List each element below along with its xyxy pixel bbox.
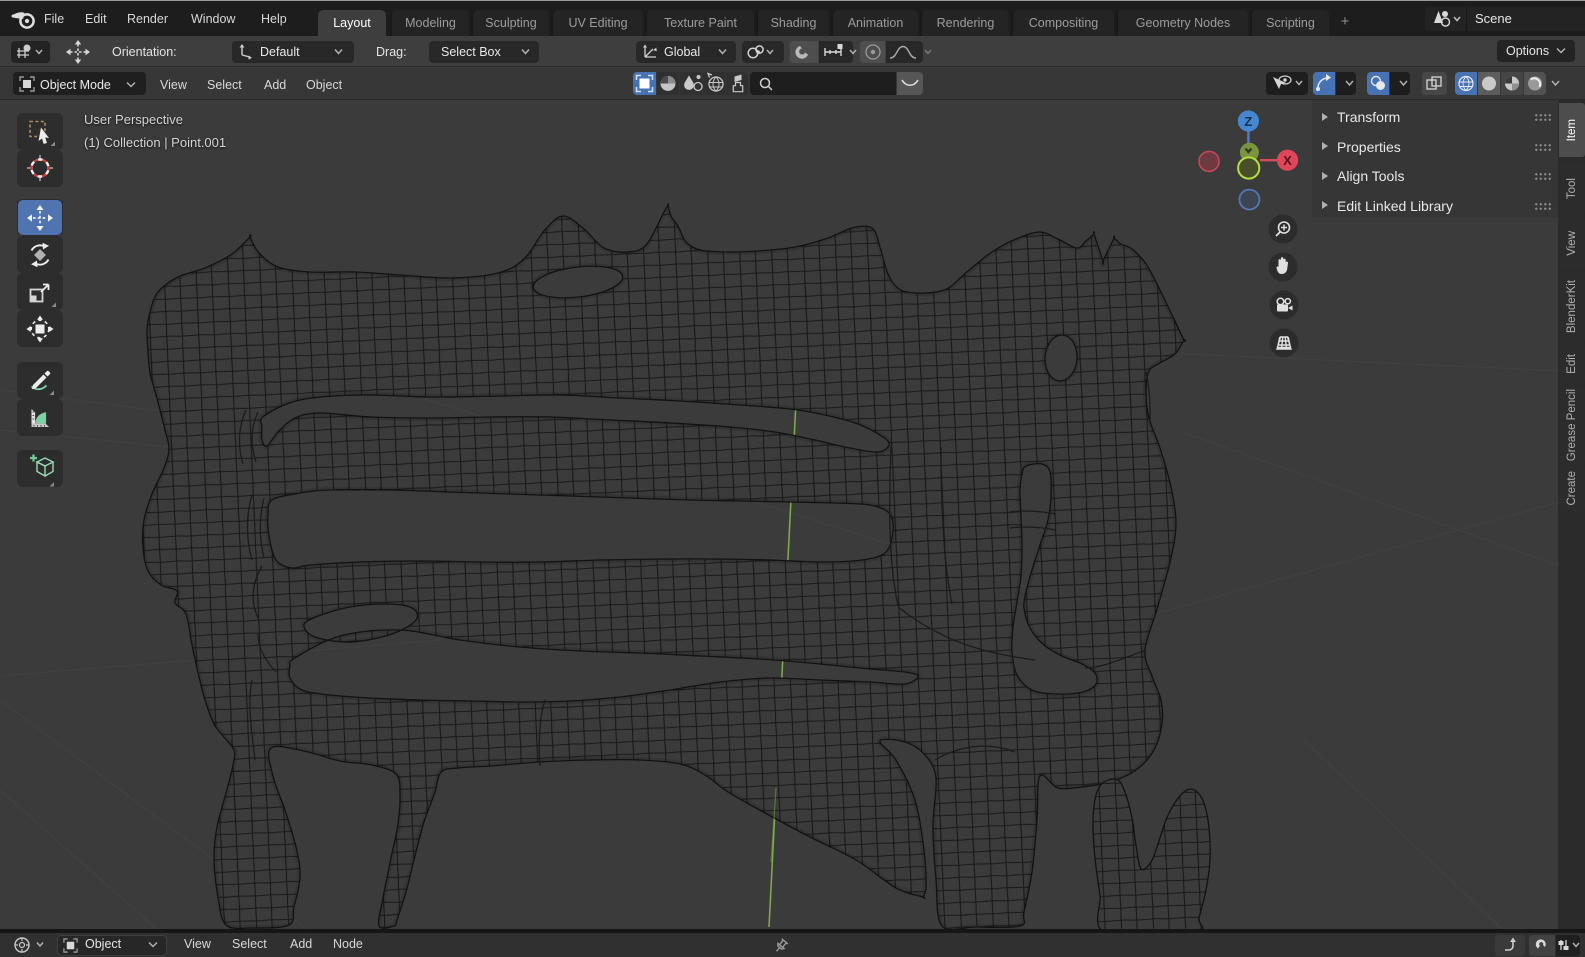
svg-text:X: X: [1283, 153, 1292, 168]
svg-text:Z: Z: [1244, 114, 1252, 129]
